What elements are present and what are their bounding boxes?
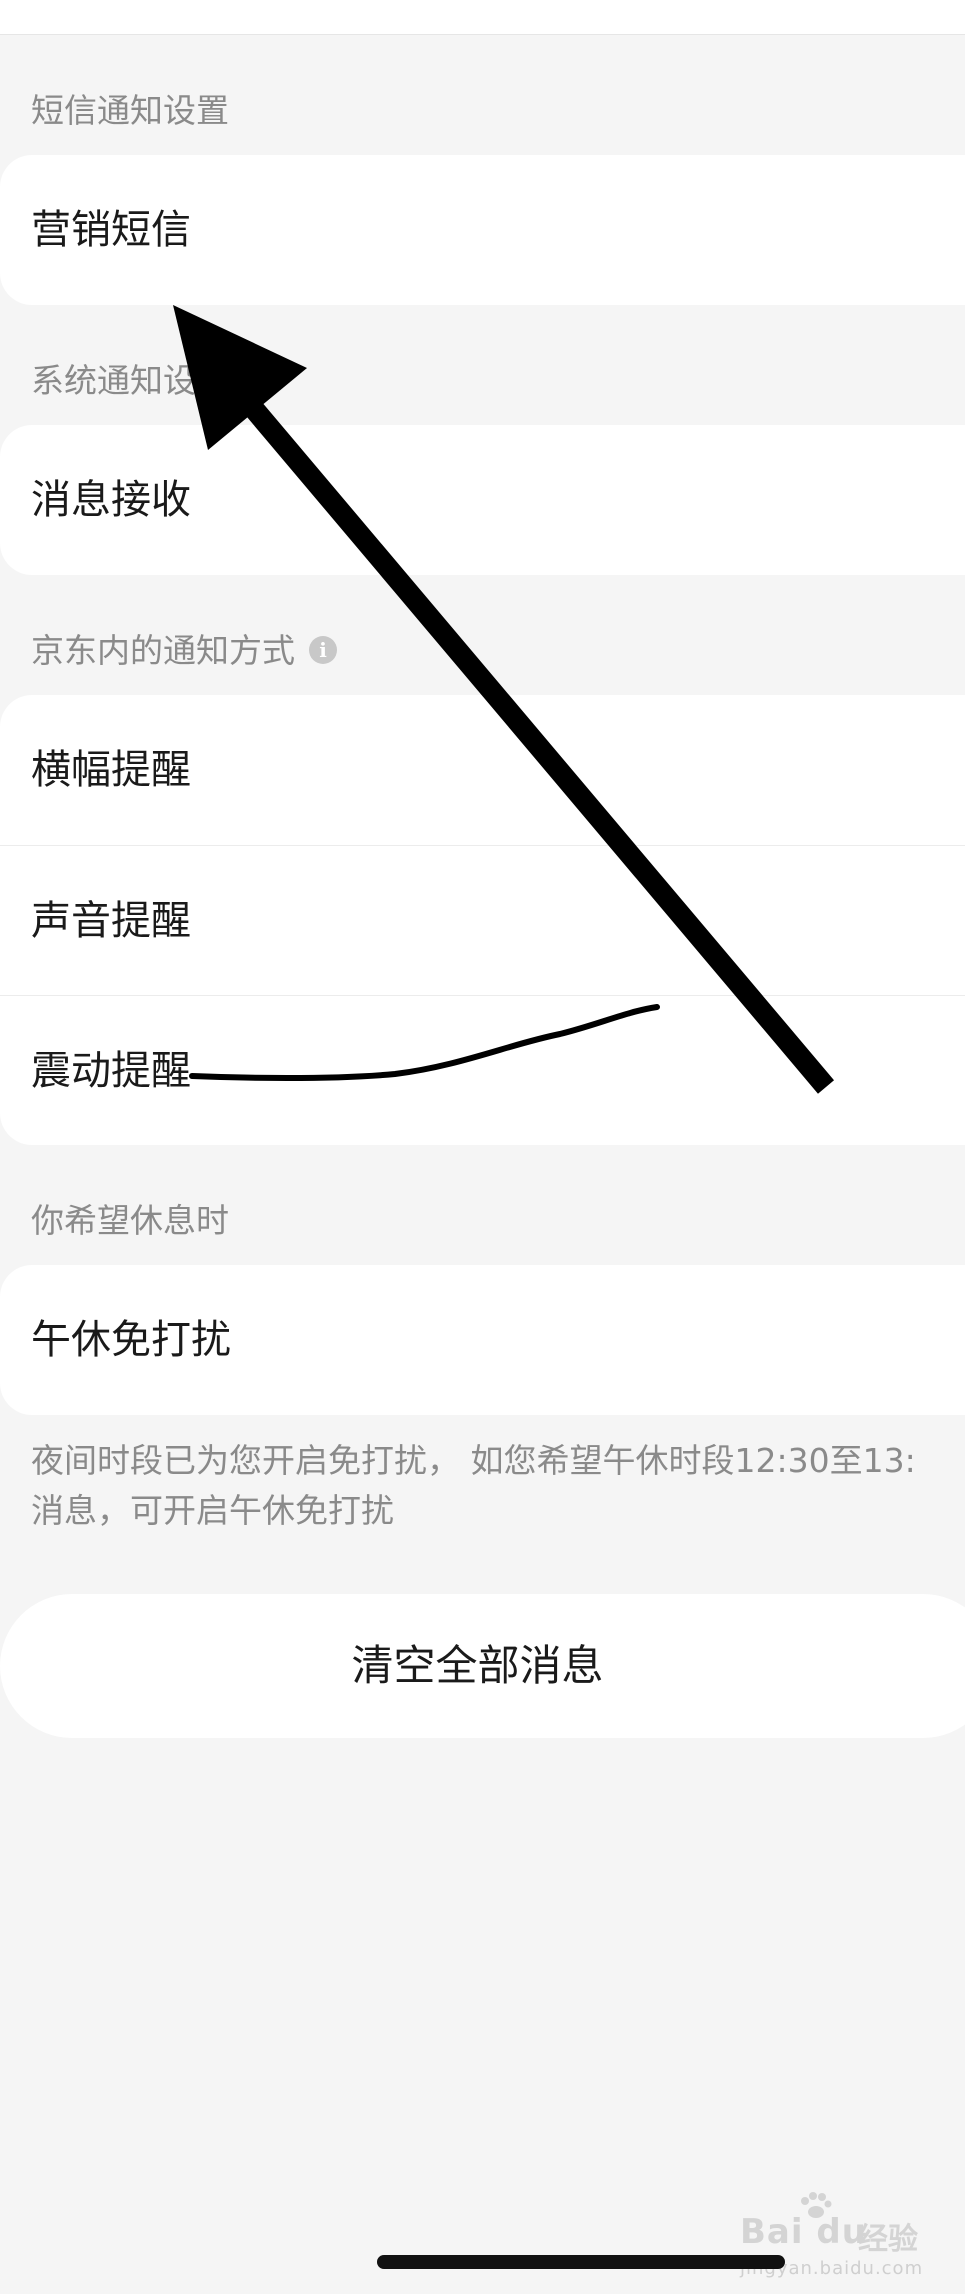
row-label: 横幅提醒 (31, 747, 191, 793)
section-header-rest: 你希望休息时 (31, 1201, 229, 1240)
in-app-card: 横幅提醒 声音提醒 震动提醒 (0, 695, 965, 1145)
section-header-label: 京东内的通知方式 (31, 631, 295, 670)
home-indicator[interactable] (377, 2255, 785, 2269)
row-marketing-sms[interactable]: 营销短信 (0, 155, 965, 305)
annotation-overlay (173, 305, 835, 1094)
watermark-cn: 经验 (858, 2222, 918, 2257)
row-nap-dnd[interactable]: 午休免打扰 (0, 1265, 965, 1415)
row-label: 消息接收 (31, 477, 191, 523)
hint-line-2: 消息，可开启午休免打扰 (31, 1491, 394, 1530)
top-bar (0, 0, 965, 35)
row-label: 营销短信 (31, 207, 191, 253)
rest-card: 午休免打扰 (0, 1265, 965, 1415)
settings-screen: 短信通知设置 营销短信 系统通知设 消息接收 京东内的通知方式 i 横幅提醒 声音… (0, 0, 965, 2294)
section-header-system: 系统通知设 (31, 361, 196, 400)
baidu-jingyan-watermark: Bai du 经验 jingyan.baidu.com (740, 2192, 940, 2292)
hint-line-1: 夜间时段已为您开启免打扰， 如您希望午休时段12:30至13: (31, 1441, 916, 1480)
dnd-hint-text: 夜间时段已为您开启免打扰， 如您希望午休时段12:30至13: 消息，可开启午休… (31, 1436, 965, 1536)
row-label: 震动提醒 (31, 1048, 191, 1094)
watermark-logo: Bai du (740, 2212, 867, 2252)
row-label: 声音提醒 (31, 898, 191, 944)
row-message-receive[interactable]: 消息接收 (0, 425, 965, 575)
section-header-sms: 短信通知设置 (31, 91, 229, 130)
section-header-in-app: 京东内的通知方式 i (31, 631, 337, 671)
row-label: 午休免打扰 (31, 1317, 231, 1363)
sms-card: 营销短信 (0, 155, 965, 305)
info-icon[interactable]: i (309, 635, 337, 664)
clear-all-messages-button[interactable]: 清空全部消息 (0, 1594, 965, 1738)
system-card: 消息接收 (0, 425, 965, 575)
row-sound-alert[interactable]: 声音提醒 (0, 845, 965, 995)
row-banner-alert[interactable]: 横幅提醒 (0, 695, 965, 845)
row-vibrate-alert[interactable]: 震动提醒 (0, 995, 965, 1145)
